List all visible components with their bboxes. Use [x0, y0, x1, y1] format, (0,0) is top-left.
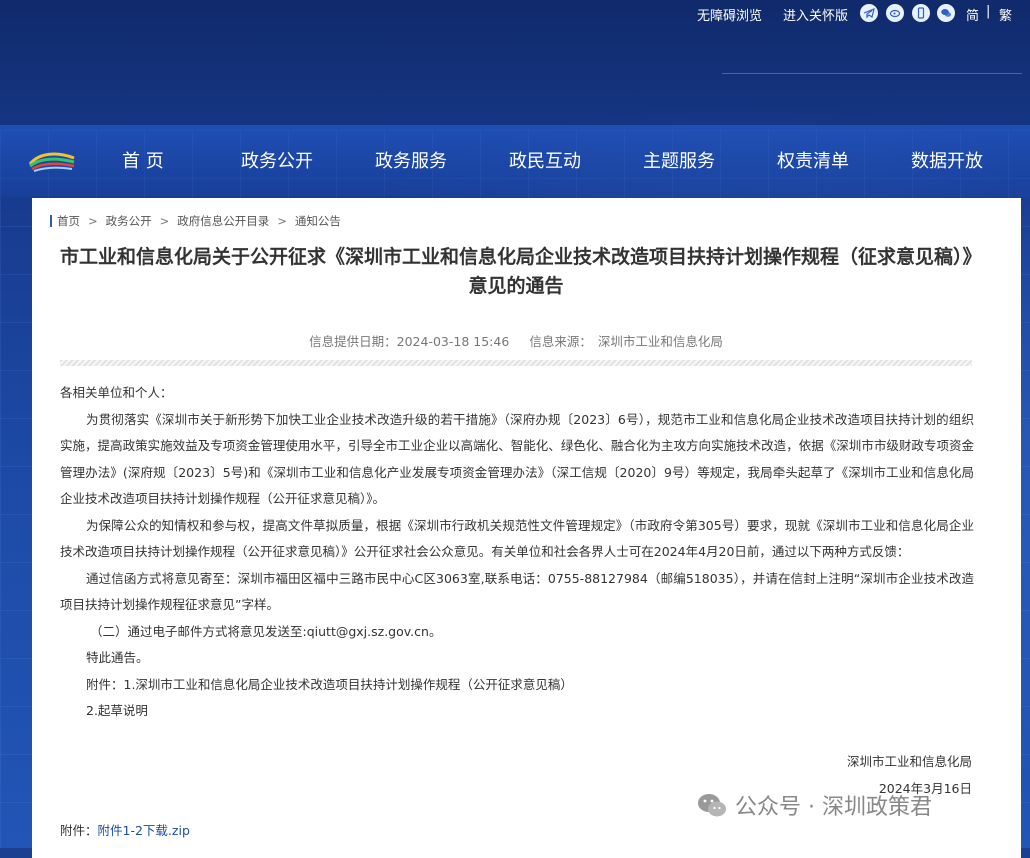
attachment-row: 附件：附件1-2下载.zip — [60, 820, 190, 839]
paragraph-5: 特此通告。 — [86, 650, 149, 665]
attachment-label: 附件： — [60, 823, 98, 838]
breadcrumb-separator: > — [159, 214, 170, 228]
nav-theme-services[interactable]: 主题服务 — [643, 147, 715, 173]
breadcrumb-marker — [50, 215, 52, 227]
accessibility-link[interactable]: 无障碍浏览 — [697, 5, 762, 24]
article-meta: 信息提供日期：2024-03-18 15:46 信息来源： 深圳市工业和信息化局 — [60, 331, 972, 350]
source-label: 信息来源： — [529, 334, 592, 349]
breadcrumb-separator: > — [88, 214, 98, 228]
paragraph-1: 为贯彻落实《深圳市关于新形势下加快工业企业技术改造升级的若干措施》（深府办规〔2… — [60, 411, 974, 507]
attachment-list-1: 附件：1.深圳市工业和信息化局企业技术改造项目扶持计划操作规程（公开征求意见稿） — [86, 676, 573, 692]
site-logo[interactable] — [28, 148, 76, 174]
nav-government-affairs-open[interactable]: 政务公开 — [241, 147, 313, 173]
weibo-icon[interactable] — [886, 4, 904, 22]
signer: 深圳市工业和信息化局 — [846, 754, 972, 769]
nav-public-interaction[interactable]: 政民互动 — [509, 147, 581, 173]
language-separator: | — [986, 4, 991, 19]
nav-open-data[interactable]: 数据开放 — [911, 147, 983, 173]
decorative-line — [722, 73, 1022, 74]
breadcrumb-home[interactable]: 首页 — [57, 213, 80, 229]
traditional-chinese-link[interactable]: 繁 — [999, 5, 1012, 24]
breadcrumb-separator: > — [277, 214, 287, 228]
title-divider — [60, 360, 972, 366]
top-bar: 无障碍浏览 进入关怀版 简 | 繁 — [0, 0, 1030, 28]
paragraph-3: 通过信函方式将意见寄至：深圳市福田区福中三路市民中心C区3063室,联系电话：0… — [60, 570, 974, 613]
paragraph-2: 为保障公众的知情权和参与权，提高文件草拟质量，根据《深圳市行政机关规范性文件管理… — [60, 517, 974, 560]
publish-date: 信息提供日期：2024-03-18 15:46 — [309, 334, 510, 349]
nav-home[interactable]: 首 页 — [122, 147, 164, 173]
greeting: 各相关单位和个人： — [60, 385, 173, 400]
nav-responsibility-list[interactable]: 权责清单 — [777, 147, 849, 173]
source-value: 深圳市工业和信息化局 — [597, 334, 723, 349]
wechat-icon[interactable] — [937, 4, 955, 22]
simplified-chinese-link[interactable]: 简 — [966, 5, 979, 24]
article-body: 各相关单位和个人： 为贯彻落实《深圳市关于新形势下加快工业企业技术改造升级的若干… — [60, 380, 974, 725]
telegram-icon[interactable] — [860, 4, 878, 22]
nav-government-services[interactable]: 政务服务 — [375, 147, 447, 173]
attachment-download-link[interactable]: 附件1-2下载.zip — [98, 823, 190, 838]
breadcrumb-info-directory[interactable]: 政府信息公开目录 — [177, 213, 269, 229]
breadcrumb-notices[interactable]: 通知公告 — [295, 213, 341, 229]
mobile-icon[interactable] — [912, 4, 930, 22]
wechat-watermark-icon — [698, 794, 726, 817]
watermark: 公众号 · 深圳政策君 — [697, 789, 932, 821]
watermark-text: 公众号 · 深圳政策君 — [735, 795, 932, 820]
breadcrumb: 首页 > 政务公开 > 政府信息公开目录 > 通知公告 — [50, 213, 341, 229]
care-version-link[interactable]: 进入关怀版 — [783, 5, 848, 24]
attachment-list-2: 2.起草说明 — [86, 703, 148, 718]
breadcrumb-government-affairs-open[interactable]: 政务公开 — [106, 213, 152, 229]
paragraph-4: （二）通过电子邮件方式将意见发送至:qiutt@gxj.sz.gov.cn。 — [90, 623, 442, 639]
article-title: 市工业和信息化局关于公开征求《深圳市工业和信息化局企业技术改造项目扶持计划操作规… — [59, 246, 972, 297]
